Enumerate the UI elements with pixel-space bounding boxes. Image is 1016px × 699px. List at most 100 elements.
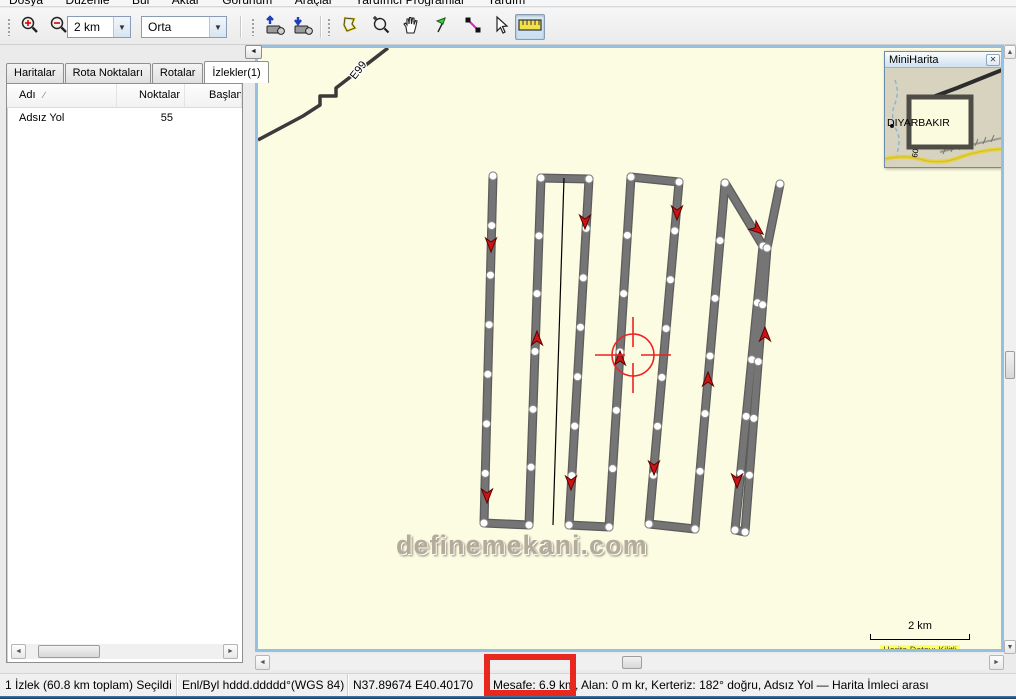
send-to-device-icon	[264, 15, 286, 40]
zoom-in-button[interactable]	[16, 14, 43, 40]
track-point	[763, 244, 771, 252]
menu-gorunum[interactable]: Görünüm	[213, 0, 281, 7]
measure-line	[553, 178, 564, 525]
column-header-points[interactable]: Noktalar	[117, 84, 185, 107]
track-point	[750, 414, 758, 422]
menu-yardimci-programlar[interactable]: Yardımcı Programlar	[346, 0, 474, 7]
track-point	[571, 422, 579, 430]
ruler-icon	[518, 17, 542, 38]
map-scale-combobox[interactable]: 2 km ▼	[67, 16, 131, 38]
scroll-left-icon[interactable]: ◄	[255, 655, 270, 670]
map-detail-combobox[interactable]: Orta ▼	[141, 16, 227, 38]
menu-duzenle[interactable]: Düzenle	[56, 0, 118, 7]
track-point	[488, 222, 496, 230]
tab-rota-noktalari[interactable]: Rota Noktaları	[65, 63, 151, 83]
status-measure-info: Mesafe: 6.9 km, Alan: 0 m kr, Kerteriz: …	[488, 674, 1016, 696]
table-horizontal-scrollbar[interactable]: ◄ ►	[11, 644, 238, 659]
track-point	[754, 358, 762, 366]
menu-bar: Dosya Düzenle Bul Aktar Görünüm Araçlar …	[0, 0, 1016, 7]
chevron-down-icon[interactable]: ▼	[209, 17, 226, 37]
scroll-left-icon[interactable]: ◄	[11, 644, 26, 659]
distance-tool-button[interactable]	[515, 14, 545, 40]
map-select-tool-button[interactable]	[336, 14, 363, 40]
track-point	[585, 175, 593, 183]
sidebar-tabs: HaritalarRota NoktalarıRotalarİzlekler(1…	[6, 61, 270, 83]
menu-aktar[interactable]: Aktar	[163, 0, 209, 7]
toolbar-separator	[240, 16, 241, 38]
toolbar-separator	[320, 16, 321, 38]
watermark: definemekani.com	[396, 530, 648, 561]
scroll-down-icon[interactable]: ▼	[1004, 640, 1016, 654]
receive-from-device-button[interactable]	[289, 14, 316, 40]
pan-tool-button[interactable]	[397, 14, 424, 40]
toolbar-grip[interactable]	[251, 18, 255, 36]
track-point	[609, 465, 617, 473]
track-point	[535, 232, 543, 240]
sidebar: ◄ HaritalarRota NoktalarıRotalarİzlekler…	[0, 45, 253, 672]
selection-tool-button[interactable]	[487, 14, 514, 40]
track-points-cell[interactable]: 55	[117, 108, 185, 129]
column-header-name[interactable]: Adı∕	[7, 84, 117, 107]
minimap-window[interactable]: MiniHarita ✕ DIYARBAKIR 60	[884, 51, 1003, 168]
track-point	[483, 420, 491, 428]
track-segment	[484, 523, 529, 525]
track-point	[579, 274, 587, 282]
track-point	[529, 405, 537, 413]
route-tool-button[interactable]	[459, 14, 486, 40]
track-point	[776, 180, 784, 188]
scrollbar-thumb[interactable]	[622, 656, 642, 669]
waypoint-tool-button[interactable]	[428, 14, 455, 40]
map-detail-value: Orta	[142, 20, 209, 34]
track-point	[485, 321, 493, 329]
status-position-format: Enl/Byl hddd.ddddd°(WGS 84)	[177, 674, 348, 696]
scrollbar-thumb[interactable]	[38, 645, 100, 658]
route-icon	[463, 15, 483, 40]
track-point	[565, 521, 573, 529]
map-canvas[interactable]: E99 definemekani.com 2 km Harita Detayı …	[255, 45, 1004, 652]
menu-bul[interactable]: Bul	[123, 0, 158, 7]
menu-yardim[interactable]: Yardım	[478, 0, 534, 7]
magnifier-plus-icon	[371, 15, 391, 40]
sidebar-collapse-button[interactable]: ◄	[245, 45, 262, 59]
receive-from-device-icon	[292, 15, 314, 40]
map-horizontal-scrollbar[interactable]: ◄ ►	[255, 654, 1004, 670]
tab-haritalar[interactable]: Haritalar	[6, 63, 64, 83]
track-point	[531, 348, 539, 356]
track-segment	[569, 525, 609, 527]
flag-icon	[432, 15, 452, 40]
toolbar-grip[interactable]	[7, 18, 11, 36]
status-selection: 1 İzlek (60.8 km toplam) Seçildi	[0, 674, 177, 696]
track-point	[481, 469, 489, 477]
tracks-table: Adı∕ Noktalar Başlangıç Adsız Yol 55 ◄ ►	[6, 83, 243, 663]
table-row[interactable]: Adsız Yol 55	[7, 108, 242, 129]
scrollbar-thumb[interactable]	[1005, 351, 1015, 379]
track-point	[480, 519, 488, 527]
zoom-out-icon	[49, 15, 69, 40]
map-scale-bar: 2 km Harita Detayı Kilitli	[870, 620, 970, 652]
track-point	[612, 406, 620, 414]
tab-izlekler[interactable]: İzlekler(1)	[204, 61, 268, 83]
send-to-device-button[interactable]	[261, 14, 288, 40]
minimap-canvas[interactable]: DIYARBAKIR 60	[885, 68, 1002, 167]
close-icon[interactable]: ✕	[986, 54, 1000, 66]
track-point	[623, 231, 631, 239]
scroll-right-icon[interactable]: ►	[989, 655, 1004, 670]
zoom-tool-button[interactable]	[367, 14, 394, 40]
menu-araclar[interactable]: Araçlar	[286, 0, 342, 7]
menu-dosya[interactable]: Dosya	[0, 0, 52, 7]
scroll-up-icon[interactable]: ▲	[1004, 45, 1016, 59]
minimap-titlebar[interactable]: MiniHarita ✕	[885, 52, 1002, 68]
map-vertical-scrollbar[interactable]: ▲ ▼	[1004, 45, 1016, 654]
track-point	[675, 178, 683, 186]
track-name-cell[interactable]: Adsız Yol	[7, 108, 117, 129]
track-point	[701, 410, 709, 418]
tab-rotalar[interactable]: Rotalar	[152, 63, 203, 83]
track-point	[662, 325, 670, 333]
chevron-down-icon[interactable]: ▼	[113, 17, 130, 37]
scroll-right-icon[interactable]: ►	[223, 644, 238, 659]
toolbar-grip[interactable]	[327, 18, 331, 36]
track-point	[486, 271, 494, 279]
column-header-start[interactable]: Başlangıç	[185, 84, 242, 107]
track-point	[484, 370, 492, 378]
sort-indicator-icon: ∕	[44, 90, 46, 100]
